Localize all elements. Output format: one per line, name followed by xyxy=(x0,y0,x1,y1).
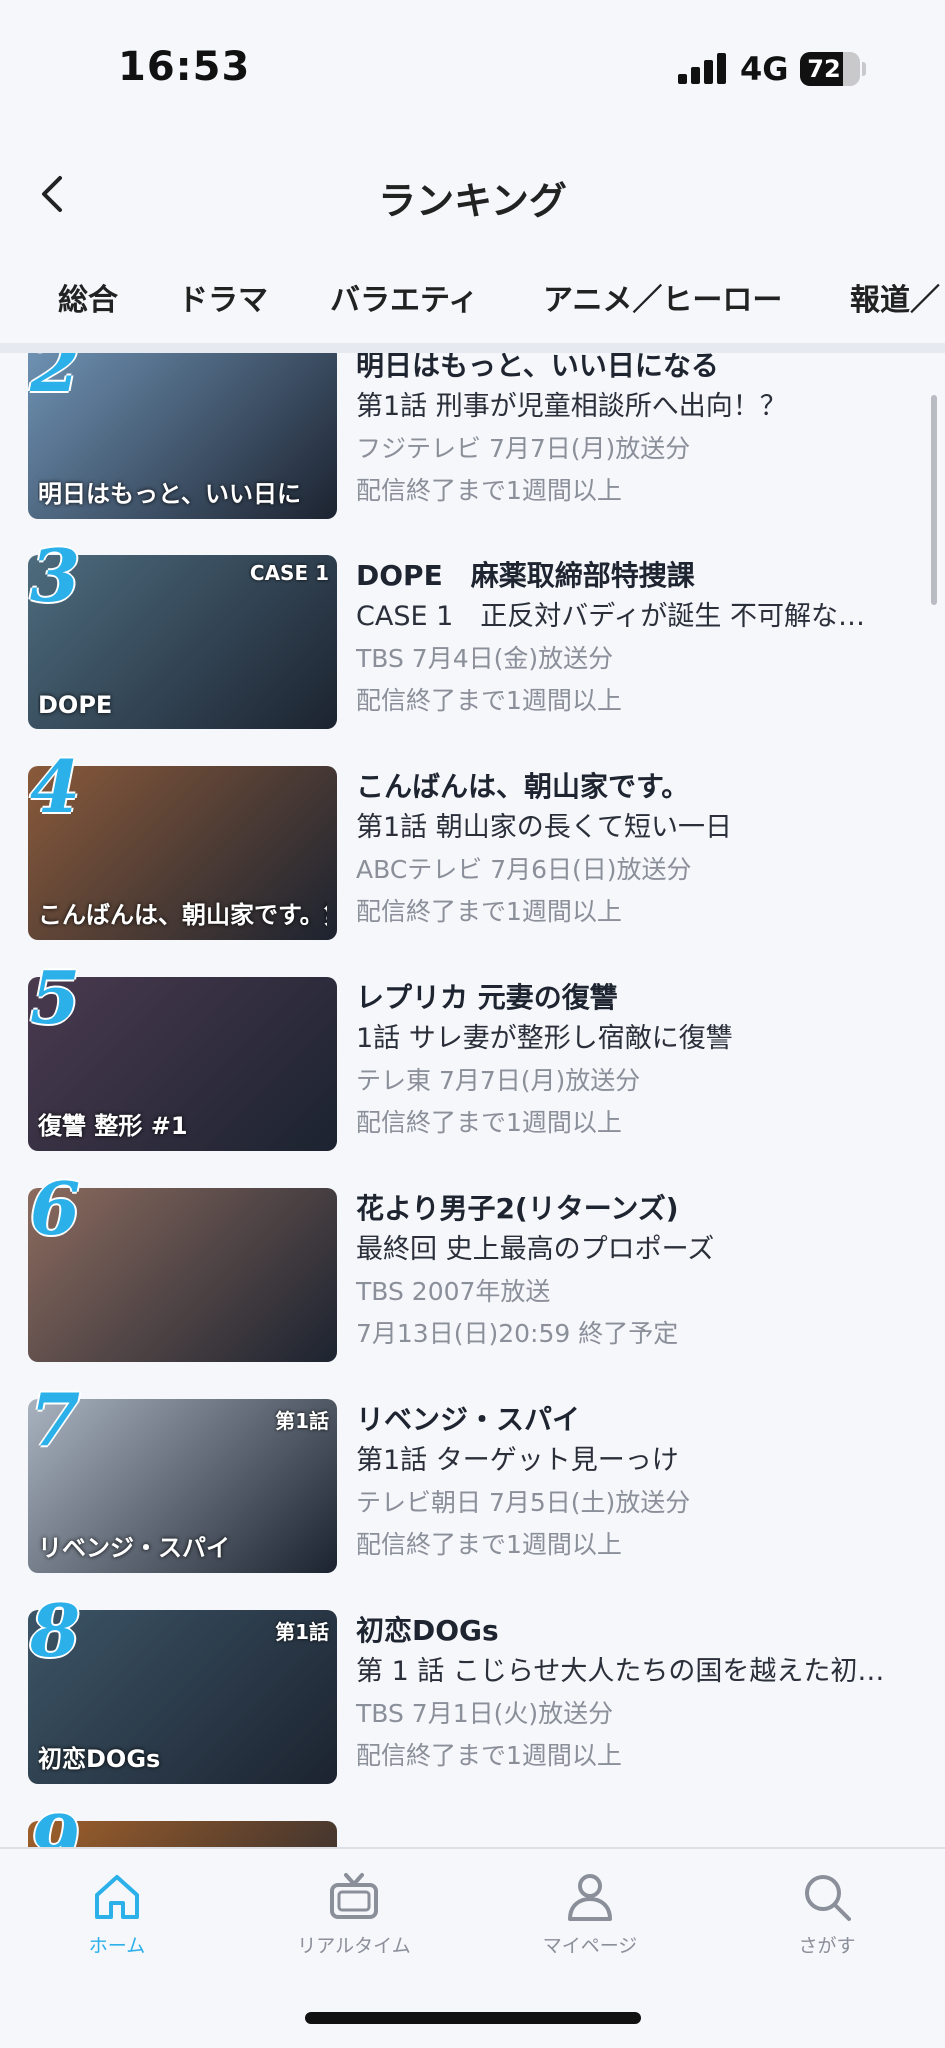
rank-number: 3 xyxy=(30,533,81,618)
network-type: 4G xyxy=(740,50,789,88)
item-episode: 第1話 朝山家の長くて短い一日 xyxy=(356,812,732,843)
list-item[interactable]: 明日はもっと、いい日に 2 明日はもっと、いい日になる第1話 刑事が児童相談所へ出向… xyxy=(0,353,945,557)
rank-number: 5 xyxy=(30,955,81,1040)
item-availability: 7月13日(日)20:59 終了予定 xyxy=(356,1319,679,1348)
item-title: レプリカ 元妻の復讐 xyxy=(356,981,618,1014)
item-title: リベンジ・スパイ xyxy=(356,1403,581,1436)
category-tabs: 総合 ドラマ バラエティ アニメ／ヒーロー 報道／ xyxy=(0,255,945,353)
item-title: 明日はもっと、いい日になる xyxy=(356,353,719,382)
tab-variety[interactable]: バラエティ xyxy=(330,275,478,319)
tabbar-realtime[interactable]: リアルタイム xyxy=(254,1869,454,1958)
tabbar-search[interactable]: さがす xyxy=(727,1869,927,1958)
item-availability: 配信終了まで1週間以上 xyxy=(356,686,622,715)
item-episode: 1話 サレ妻が整形し宿敵に復讐 xyxy=(356,1023,733,1054)
tab-anime-hero[interactable]: アニメ／ヒーロー xyxy=(543,275,782,319)
person-icon xyxy=(568,1874,612,1921)
thumbnail-badge: 第1話 xyxy=(275,1409,329,1433)
item-broadcast: TBS 7月1日(火)放送分 xyxy=(356,1699,614,1728)
item-availability: 配信終了まで1週間以上 xyxy=(356,897,622,926)
item-episode: 第1話 ターゲット見ーっけ xyxy=(356,1445,679,1476)
item-title: 初恋DOGs xyxy=(356,1614,499,1647)
item-availability: 配信終了まで1週間以上 xyxy=(356,1530,622,1559)
tabbar-realtime-label: リアルタイム xyxy=(297,1935,411,1957)
item-broadcast: テレビ朝日 7月5日(土)放送分 xyxy=(356,1488,691,1517)
thumbnail-caption: DOPE xyxy=(38,691,113,719)
rank-number: 4 xyxy=(30,744,81,829)
thumbnail-caption: 初恋DOGs xyxy=(38,1745,161,1773)
item-broadcast: ABCテレビ 7月6日(日)放送分 xyxy=(356,855,692,884)
search-icon xyxy=(805,1875,851,1921)
home-icon xyxy=(95,1875,139,1919)
thumbnail-caption: こんばんは、朝山家です。第1話 xyxy=(38,901,327,929)
list-item[interactable]: 6 花より男子2(リターンズ) 最終回 史上最高のプロポーズ TBS 2007年放送 7… xyxy=(0,1166,945,1400)
list-item[interactable]: 復讐 整形 #1 5 レプリカ 元妻の復讐 1話 サレ妻が整形し宿敵に復讐 テレ東 7月… xyxy=(0,955,945,1189)
tabbar-mypage[interactable]: マイページ xyxy=(490,1869,690,1958)
rank-number: 7 xyxy=(30,1377,81,1462)
item-title: こんばんは、朝山家です。 xyxy=(356,770,690,803)
item-title: DOPE 麻薬取締部特捜課 xyxy=(356,559,695,592)
tab-news[interactable]: 報道／ xyxy=(850,275,940,319)
tab-sougou[interactable]: 総合 xyxy=(58,275,118,319)
battery-icon: 72 xyxy=(800,52,860,86)
item-availability: 配信終了まで1週間以上 xyxy=(356,476,622,505)
thumbnail-caption: 明日はもっと、いい日に xyxy=(38,480,302,508)
item-availability: 配信終了まで1週間以上 xyxy=(356,1741,622,1770)
rank-number: 9 xyxy=(30,1799,81,1847)
rank-number: 8 xyxy=(30,1588,81,1673)
home-indicator xyxy=(305,2012,641,2024)
tabbar-home[interactable]: ホーム xyxy=(17,1869,217,1958)
item-availability: 配信終了まで1週間以上 xyxy=(356,1108,622,1137)
battery-level: 72 xyxy=(807,55,841,83)
list-item[interactable]: 9 xyxy=(0,1799,945,1847)
active-tab-indicator xyxy=(150,343,300,353)
thumbnail-badge: 第1話 xyxy=(275,1620,329,1644)
list-item[interactable]: リベンジ・スパイ 第1話 7 リベンジ・スパイ 第1話 ターゲット見ーっけ テレビ朝日 7… xyxy=(0,1377,945,1611)
header: ランキング xyxy=(0,150,945,240)
page-title: ランキング xyxy=(378,179,567,223)
list-item[interactable]: DOPE CASE 1 3 DOPE 麻薬取締部特捜課 CASE 1 正反対バディが誕生… xyxy=(0,533,945,767)
list-item[interactable]: こんばんは、朝山家です。第1話 4 こんばんは、朝山家です。第1話 朝山家の長くて短… xyxy=(0,744,945,978)
thumbnail-caption: リベンジ・スパイ xyxy=(38,1534,230,1562)
thumbnail-caption: 復讐 整形 #1 xyxy=(38,1112,188,1140)
tab-drama[interactable]: ドラマ xyxy=(178,275,268,319)
item-episode: 第 1 話 こじらせ大人たちの国を越えた初… xyxy=(356,1656,885,1687)
tv-icon xyxy=(330,1873,378,1919)
status-bar: 16:53 4G 72 xyxy=(0,0,945,140)
item-episode: CASE 1 正反対バディが誕生 不可解な… xyxy=(356,601,865,632)
tabbar-search-label: さがす xyxy=(798,1935,856,1957)
battery-tip xyxy=(862,62,866,76)
thumbnail-badge: CASE 1 xyxy=(249,561,329,585)
item-episode: 最終回 史上最高のプロポーズ xyxy=(356,1234,715,1265)
list-item[interactable]: 初恋DOGs 第1話 8 初恋DOGs 第 1 話 こじらせ大人たちの国を越えた初… TB… xyxy=(0,1588,945,1822)
ranking-list[interactable]: 明日はもっと、いい日に 2 明日はもっと、いい日になる第1話 刑事が児童相談所へ出向… xyxy=(0,353,945,1847)
item-title: 花より男子2(リターンズ) xyxy=(356,1192,679,1225)
tabbar-home-label: ホーム xyxy=(88,1935,146,1957)
rank-number: 2 xyxy=(30,353,81,408)
item-broadcast: フジテレビ 7月7日(月)放送分 xyxy=(356,434,691,463)
item-broadcast: テレ東 7月7日(月)放送分 xyxy=(356,1066,641,1095)
item-episode: 第1話 刑事が児童相談所へ出向！？ xyxy=(356,391,787,422)
status-time: 16:53 xyxy=(118,44,251,90)
item-title xyxy=(356,1821,926,1847)
signal-icon xyxy=(678,52,728,84)
item-broadcast: TBS 7月4日(金)放送分 xyxy=(356,644,614,673)
rank-number: 6 xyxy=(30,1166,81,1251)
item-broadcast: TBS 2007年放送 xyxy=(356,1277,551,1306)
tabbar-mypage-label: マイページ xyxy=(542,1935,638,1957)
scrollbar[interactable] xyxy=(931,395,937,605)
